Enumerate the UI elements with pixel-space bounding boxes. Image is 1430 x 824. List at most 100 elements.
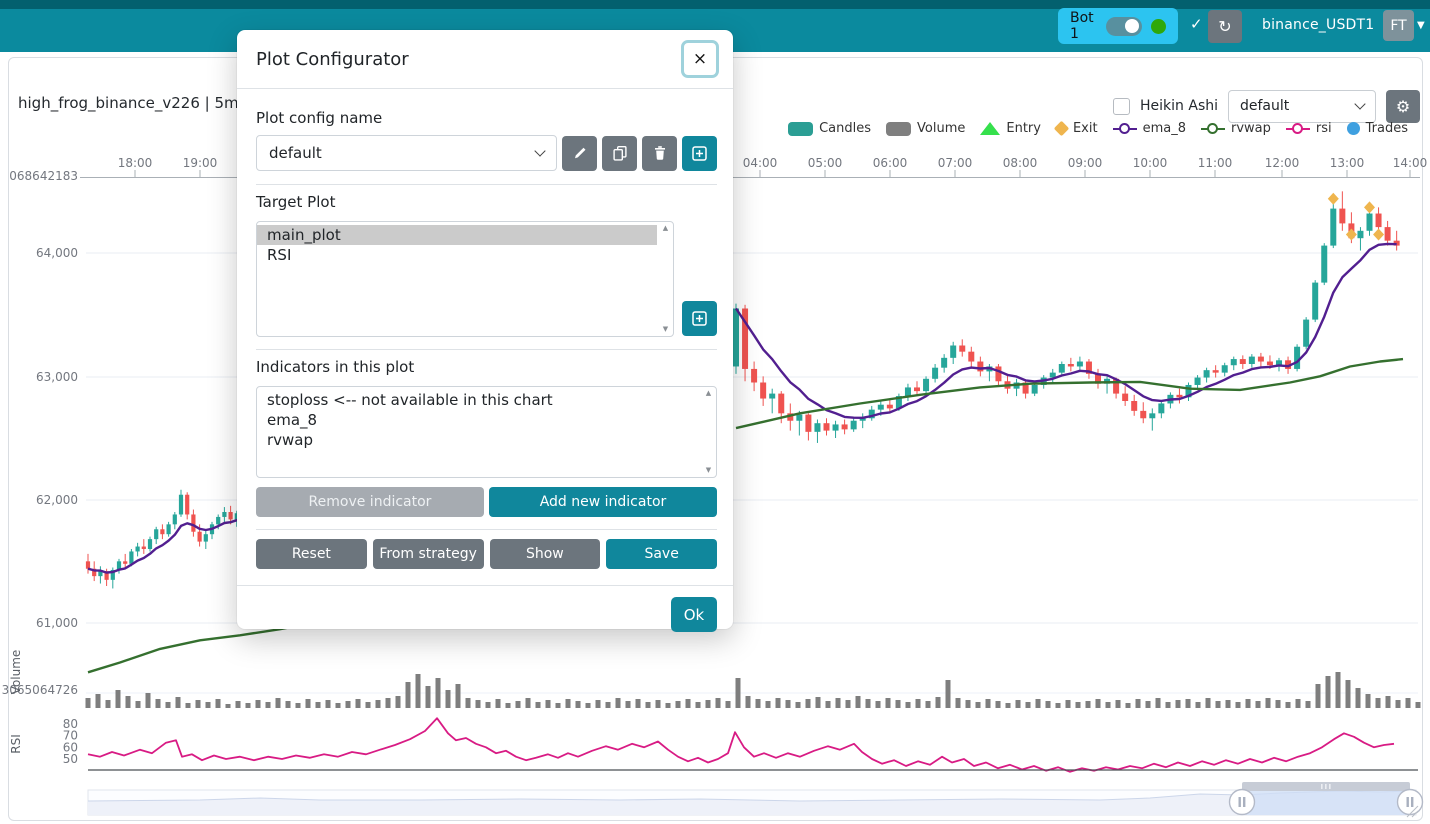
candle-body (1339, 209, 1345, 224)
config-name-label: Plot config name (256, 109, 717, 127)
candle-body (123, 561, 127, 563)
target-plot-label: Target Plot (256, 193, 717, 211)
modal-footer: Ok (237, 585, 733, 643)
volume-bar (1306, 701, 1311, 708)
save-button[interactable]: Save (606, 539, 717, 569)
plot-config-select[interactable]: default (1228, 90, 1376, 123)
time-label: 19:00 (183, 156, 218, 170)
duplicate-config-button[interactable] (602, 136, 637, 171)
indicator-item[interactable]: rvwap (257, 430, 700, 450)
from-strategy-button[interactable]: From strategy (373, 539, 484, 569)
candle-body (1140, 411, 1146, 418)
candle-body (733, 309, 739, 367)
candle-body (887, 405, 893, 409)
legend-item-Candles[interactable]: Candles (788, 121, 871, 136)
volume-bar (1026, 702, 1031, 708)
price-label: 63,000 (36, 370, 78, 384)
candle-body (1376, 214, 1382, 228)
volume-bar (906, 702, 911, 708)
legend-item-Exit[interactable]: Exit (1056, 121, 1098, 136)
plot-settings-button[interactable]: ⚙ (1386, 90, 1420, 123)
legend-item-Volume[interactable]: Volume (886, 121, 965, 136)
candle-body (142, 547, 146, 549)
volume-bar (446, 690, 451, 708)
modal-title: Plot Configurator (256, 49, 409, 70)
add-plot-button[interactable] (682, 301, 717, 336)
config-name-select[interactable]: default (256, 135, 557, 171)
volume-bar (246, 703, 251, 708)
config-name-value: default (269, 144, 322, 162)
delete-config-button[interactable] (642, 136, 677, 171)
volume-bar (586, 703, 591, 708)
volume-bar (266, 702, 271, 708)
candle-body (760, 383, 766, 399)
ema-line (88, 518, 243, 573)
show-button[interactable]: Show (490, 539, 601, 569)
legend-label: Volume (917, 121, 965, 136)
candle-body (905, 387, 911, 396)
volume-bar (316, 702, 321, 708)
volume-bar (506, 703, 511, 708)
legend-item-Trades[interactable]: Trades (1347, 121, 1408, 136)
legend-item-rvwap[interactable]: rvwap (1201, 121, 1271, 136)
price-label: 64,000 (36, 246, 78, 260)
price-label: 068642183 (9, 169, 78, 183)
indicator-item[interactable]: ema_8 (257, 410, 700, 430)
navigator-handle[interactable] (1398, 790, 1423, 815)
volume-bar (986, 699, 991, 708)
target-plot-item[interactable]: RSI (257, 245, 657, 265)
scrollbar[interactable]: ▲▼ (702, 388, 715, 476)
volume-bar (686, 699, 691, 708)
chart-legend: Candles Volume Entry Exit ema_8 rvwap rsi Trade… (788, 121, 1408, 136)
volume-bar (796, 702, 801, 708)
time-label: 08:00 (1003, 156, 1038, 170)
candle-body (1357, 231, 1363, 238)
target-plot-list[interactable]: main_plotRSI▲▼ (256, 221, 674, 337)
volume-bar (416, 674, 421, 708)
volume-bar (1186, 699, 1191, 708)
price-label: 62,000 (36, 493, 78, 507)
legend-item-rsi[interactable]: rsi (1286, 121, 1332, 136)
ok-button[interactable]: Ok (671, 597, 717, 632)
time-label: 09:00 (1068, 156, 1103, 170)
volume-bar (196, 700, 201, 708)
legend-label: rvwap (1231, 121, 1271, 136)
volume-bar (176, 697, 181, 708)
candle-body (878, 405, 884, 410)
candle-body (1367, 214, 1373, 231)
reset-button[interactable]: Reset (256, 539, 367, 569)
target-plot-item[interactable]: main_plot (257, 225, 657, 245)
volume-bar (116, 690, 121, 708)
candle-body (1122, 394, 1128, 401)
legend-marker (1113, 123, 1137, 135)
candle-body (796, 415, 802, 421)
scrollbar[interactable]: ▲▼ (659, 223, 672, 335)
add-indicator-button[interactable]: Add new indicator (489, 487, 717, 517)
volume-bar (756, 699, 761, 708)
volume-bar (1136, 699, 1141, 708)
candle-body (173, 514, 177, 524)
close-button[interactable]: × (681, 40, 719, 78)
plus-square-icon (691, 310, 708, 327)
plus-square-icon (691, 145, 708, 162)
heikin-ashi-label: Heikin Ashi (1140, 98, 1218, 114)
navigator-handle[interactable] (1230, 790, 1255, 815)
rename-config-button[interactable] (562, 136, 597, 171)
indicators-list[interactable]: stoploss <-- not available in this chart… (256, 386, 717, 478)
candle-body (1222, 365, 1228, 372)
add-config-button[interactable] (682, 136, 717, 171)
volume-bar (1296, 699, 1301, 708)
volume-bar (376, 700, 381, 708)
heikin-ashi-checkbox[interactable] (1113, 98, 1130, 115)
remove-indicator-button[interactable]: Remove indicator (256, 487, 484, 517)
time-label: 13:00 (1330, 156, 1365, 170)
volume-bar (406, 682, 411, 708)
volume-bar (856, 696, 861, 708)
legend-item-ema_8[interactable]: ema_8 (1113, 121, 1186, 136)
legend-item-Entry[interactable]: Entry (980, 121, 1041, 136)
volume-bar (256, 700, 261, 708)
volume-bar (226, 704, 231, 708)
indicator-item[interactable]: stoploss <-- not available in this chart (257, 390, 700, 410)
candle-body (216, 517, 220, 524)
volume-bar (1246, 699, 1251, 708)
